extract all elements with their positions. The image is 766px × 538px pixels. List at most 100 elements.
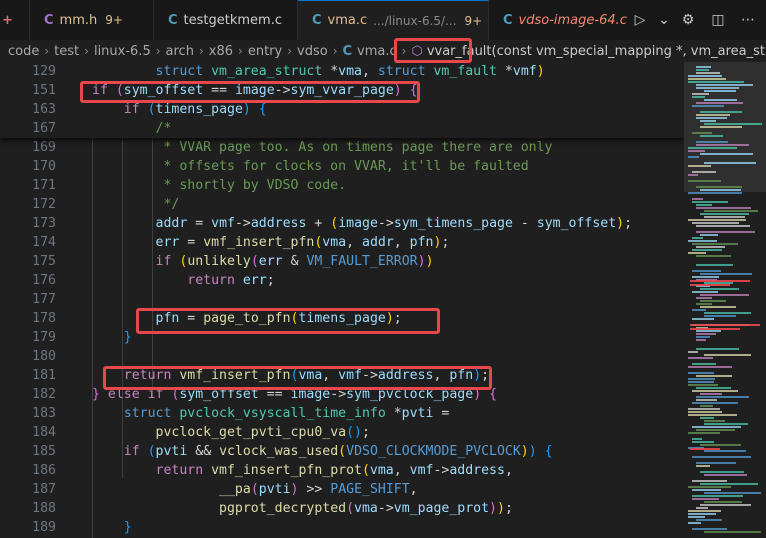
line-number: 151 [32,83,56,98]
minimap-line [704,162,756,164]
breadcrumb-item[interactable]: vdso [297,44,328,59]
chevron-right-icon: › [287,44,293,58]
tab-previous-file[interactable]: + [0,0,30,40]
gear-icon[interactable]: ⚙ [676,8,700,32]
minimap-line [688,411,722,413]
breadcrumb-item[interactable]: arch [166,44,194,59]
chevron-right-icon: › [44,44,50,58]
code-editor[interactable]: 169 * VVAR page too. As on timens page t… [0,62,684,538]
code-line[interactable]: 187 __pa(pvti) >> PAGE_SHIFT, [0,480,684,499]
chevron-right-icon: › [155,44,161,58]
minimap-line [688,516,705,518]
line-code: if (unlikely(err & VM_FAULT_ERROR)) [92,252,434,271]
c-header-file-icon: C [44,12,54,28]
split-editor-icon[interactable]: ◫ [706,8,730,32]
run-icon[interactable]: ▷ [628,8,652,32]
code-line[interactable]: 175 if (unlikely(err & VM_FAULT_ERROR)) [0,252,684,271]
code-token: ) [616,216,625,231]
breadcrumb-item[interactable]: code [8,44,39,59]
line-number: 181 [32,368,56,383]
line-code: return vmf_insert_pfn_prot(vma, vmf->add… [92,461,513,480]
more-actions-icon[interactable]: ⋯ [736,8,760,32]
code-line[interactable]: 184 pvclock_get_pvti_cpu0_va(); [0,423,684,442]
code-token: ; [441,235,450,250]
breadcrumb-item[interactable]: x86 [209,44,233,59]
c-file-icon: C [503,12,513,28]
minimap-line [696,255,731,257]
code-line[interactable]: 172 */ [0,195,684,214]
code-token: pgprot_decrypted [219,501,347,516]
tab-overflow-plus-icon: + [2,12,13,28]
code-line[interactable]: 186 return vmf_insert_pfn_prot(vma, vmf-… [0,461,684,480]
code-line[interactable]: 183 struct pvclock_vsyscall_time_info *p… [0,404,684,423]
code-token: ; [504,501,513,516]
code-token: & [290,254,307,269]
code-token: + [314,216,331,231]
tab-vma-c[interactable]: C vma.c .../linux-6.5/... 9+ × [298,0,489,40]
breadcrumb-item[interactable]: entry [248,44,282,59]
minimap-line [696,69,709,71]
breadcrumb-file[interactable]: Cvma.c [343,44,397,59]
code-token: ) [520,444,529,459]
code-line[interactable]: 169 * VVAR page too. As on timens page t… [0,138,684,157]
minimap-line [696,330,721,332]
code-line[interactable]: 173 addr = vmf->address + (image->sym_ti… [0,214,684,233]
minimap-line [692,528,727,530]
code-token: pvti [401,406,442,421]
minimap-line [696,303,712,305]
tab-bar: + C mm.h 9+ C testgetkmem.c C vma.c .../… [0,0,766,40]
minimap-line [692,237,703,239]
code-token: vm_page_prot [393,501,490,516]
chevron-down-icon[interactable]: ⌄ [658,8,670,32]
minimap-line [696,507,708,509]
tab-vdso-image-64-c[interactable]: C vdso-image-64.c 2 [489,0,639,40]
code-token: vm_fault [433,64,505,79]
minimap[interactable] [684,62,766,538]
breadcrumb-file-label: vma.c [357,43,397,59]
minimap-line [704,216,745,218]
line-code: } [92,328,132,347]
minimap-line [704,423,748,425]
minimap-error-marker [690,284,730,286]
minimap-line [688,510,721,512]
line-number: 129 [32,64,56,79]
code-line[interactable]: 177 [0,290,684,309]
minimap-line [692,309,706,311]
breadcrumb-item[interactable]: test [54,44,79,59]
code-token: { [258,102,267,117]
minimap-line [696,225,750,227]
minimap-line [688,486,731,488]
code-token: addr [362,235,394,250]
code-line[interactable]: 180 [0,347,684,366]
code-token: -> [234,216,251,231]
line-number: 178 [32,311,56,326]
code-line[interactable]: 176 return err; [0,271,684,290]
code-line[interactable]: 171 * shortly by VDSO code. [0,176,684,195]
code-line[interactable]: 129 struct vm_area_struct *vma, struct v… [0,62,684,81]
minimap-line [692,318,714,320]
code-line[interactable]: 174 err = vmf_insert_pfn(vma, addr, pfn)… [0,233,684,252]
code-token: return [155,463,212,478]
minimap-line [700,444,741,446]
minimap-line [688,366,732,368]
minimap-line [696,465,710,467]
code-token: { [544,444,553,459]
breadcrumb-item[interactable]: linux-6.5 [94,44,151,59]
code-token: pfn [409,235,434,250]
minimap-line [692,132,712,134]
code-line[interactable]: 189 } [0,518,684,537]
code-line[interactable]: 188 pgprot_decrypted(vma->vm_page_prot))… [0,499,684,518]
line-number: 167 [32,121,56,136]
code-line[interactable]: 185 if (pvti && vclock_was_used(VDSO_CLO… [0,442,684,461]
code-token: ) [489,501,497,516]
tab-mm-h[interactable]: C mm.h 9+ [30,0,154,40]
code-token: vma [369,463,394,478]
line-number: 174 [32,235,56,250]
code-line[interactable]: 167 /* [0,119,684,138]
code-line[interactable]: 170 * offsets for clocks on VVAR, it'll … [0,157,684,176]
minimap-line [688,174,698,176]
tab-testgetkmem-c[interactable]: C testgetkmem.c [154,0,298,40]
minimap-line [696,396,749,398]
